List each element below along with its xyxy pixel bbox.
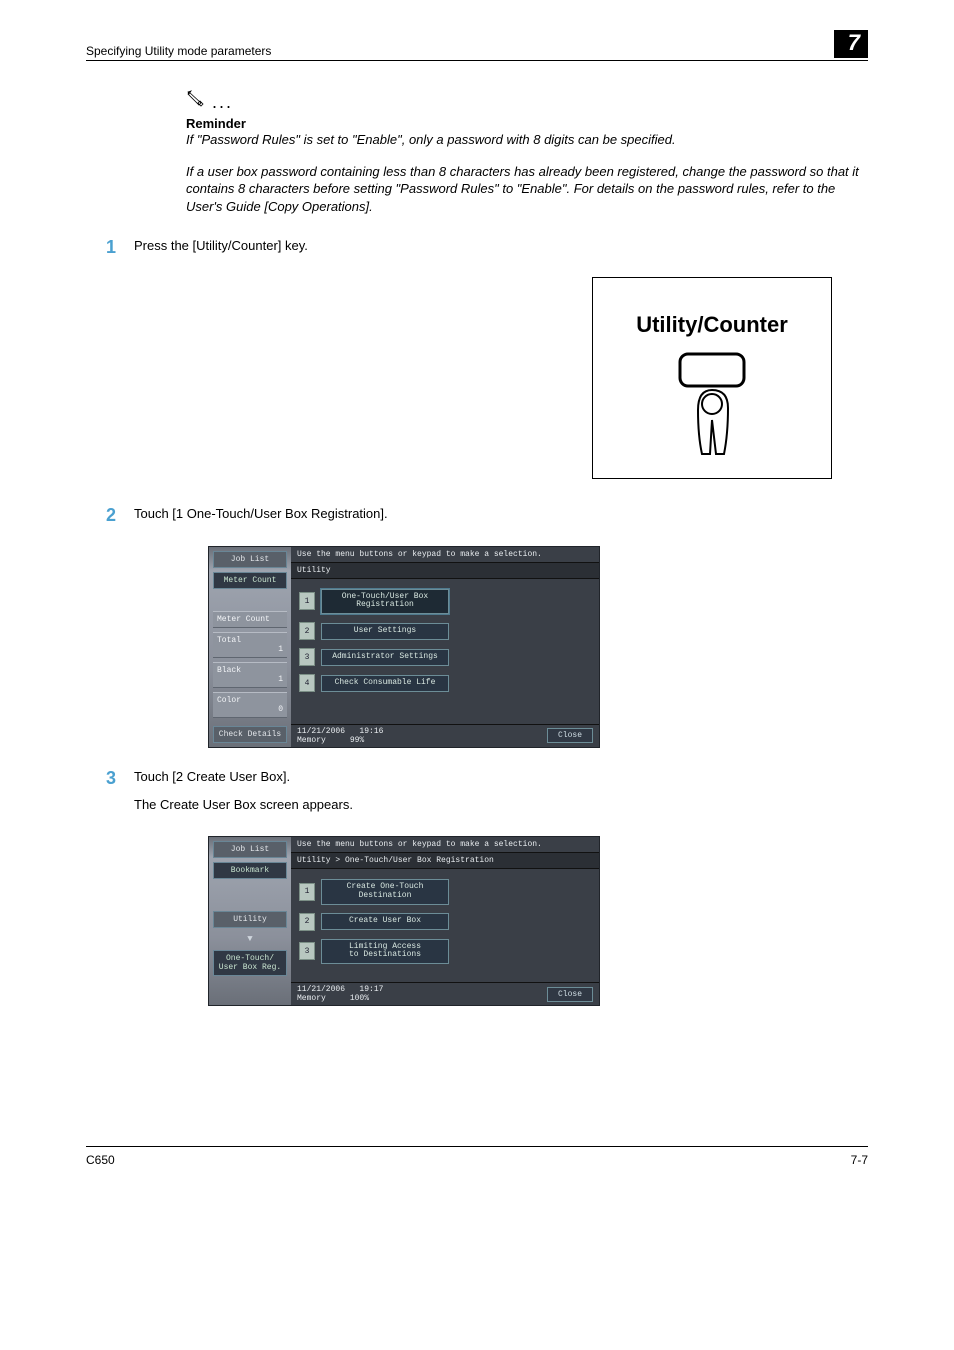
step-2: 2 Touch [1 One-Touch/User Box Registrati… [86,505,868,533]
reminder-p2: If a user box password containing less t… [186,163,868,216]
meter-color-value: 0 [217,705,283,714]
meter-black-label: Black [217,666,283,675]
step-1: 1 Press the [Utility/Counter] key. [86,237,868,265]
footer-right: 7-7 [851,1153,868,1167]
utility-screen-2: Job List Bookmark Utility ▼ One-Touch/ U… [208,836,600,1006]
header-title: Specifying Utility mode parameters [86,44,271,58]
chevron-down-icon: ▼ [213,934,287,944]
meter-count-button[interactable]: Meter Count [213,572,287,589]
page-header: Specifying Utility mode parameters 7 [86,30,868,61]
check-details-button[interactable]: Check Details [213,726,287,743]
meter-total-value: 1 [217,645,283,654]
meter-black-value: 1 [217,675,283,684]
chapter-number: 7 [834,30,868,58]
menu-num-1: 1 [299,592,315,610]
step-number: 1 [86,237,134,265]
step-number: 3 [86,768,134,824]
meter-black: Black 1 [213,662,287,688]
status-mem-value: 99% [350,736,364,745]
one-touch-user-box-crumb-button[interactable]: One-Touch/ User Box Reg. [213,950,287,976]
step-text: Touch [1 One-Touch/User Box Registration… [134,505,868,523]
status-mem-label: Memory [297,994,326,1003]
meter-total-label: Total [217,636,283,645]
job-list-button[interactable]: Job List [213,551,287,568]
menu-check-consumable[interactable]: Check Consumable Life [321,675,449,692]
key-label: Utility/Counter [636,312,788,338]
panel-instruction: Use the menu buttons or keypad to make a… [291,547,599,562]
bookmark-button[interactable]: Bookmark [213,862,287,879]
meter-count-header: Meter Count [213,611,287,628]
status-mem-value: 100% [350,994,369,1003]
step-subtext: The Create User Box screen appears. [134,796,868,814]
meter-color: Color 0 [213,692,287,718]
reminder-p1: If "Password Rules" is set to "Enable", … [186,131,868,149]
breadcrumb: Utility > One-Touch/User Box Registratio… [291,852,599,869]
page-footer: C650 7-7 [86,1146,868,1167]
menu-num-2: 2 [299,622,315,640]
menu-admin-settings[interactable]: Administrator Settings [321,649,449,666]
status-time: 19:16 [359,727,383,736]
step-text: Press the [Utility/Counter] key. [134,237,868,255]
status-time: 19:17 [359,985,383,994]
reminder-icon [186,89,206,112]
footer-left: C650 [86,1153,115,1167]
menu-num-3: 3 [299,942,315,960]
utility-screen-1: Job List Meter Count Meter Count Total 1… [208,546,600,748]
close-button[interactable]: Close [547,728,593,743]
status-date: 11/21/2006 [297,985,345,994]
menu-user-settings[interactable]: User Settings [321,623,449,640]
utility-counter-key-figure: Utility/Counter [592,277,832,479]
status-bar: 11/21/2006 19:17 Memory 100% Close [291,982,599,1005]
menu-create-one-touch[interactable]: Create One-Touch Destination [321,879,449,905]
utility-crumb-button[interactable]: Utility [213,911,287,928]
step-3: 3 Touch [2 Create User Box]. The Create … [86,768,868,824]
reminder-heading: Reminder [186,116,868,131]
menu-num-2: 2 [299,913,315,931]
keypress-icon [662,350,762,460]
menu-one-touch-user-box[interactable]: One-Touch/User Box Registration [321,589,449,615]
meter-total: Total 1 [213,632,287,658]
menu-num-4: 4 [299,674,315,692]
status-mem-label: Memory [297,736,326,745]
job-list-button[interactable]: Job List [213,841,287,858]
menu-create-user-box[interactable]: Create User Box [321,913,449,930]
meter-color-label: Color [217,696,283,705]
panel-instruction: Use the menu buttons or keypad to make a… [291,837,599,852]
status-date: 11/21/2006 [297,727,345,736]
menu-num-1: 1 [299,883,315,901]
ellipsis-icon: ... [212,92,233,113]
step-number: 2 [86,505,134,533]
menu-limiting-access[interactable]: Limiting Access to Destinations [321,939,449,965]
status-bar: 11/21/2006 19:16 Memory 99% Close [291,724,599,747]
close-button[interactable]: Close [547,987,593,1002]
breadcrumb: Utility [291,562,599,579]
step-text: Touch [2 Create User Box]. [134,768,868,786]
menu-num-3: 3 [299,648,315,666]
reminder-block: ... Reminder If "Password Rules" is set … [186,89,868,215]
